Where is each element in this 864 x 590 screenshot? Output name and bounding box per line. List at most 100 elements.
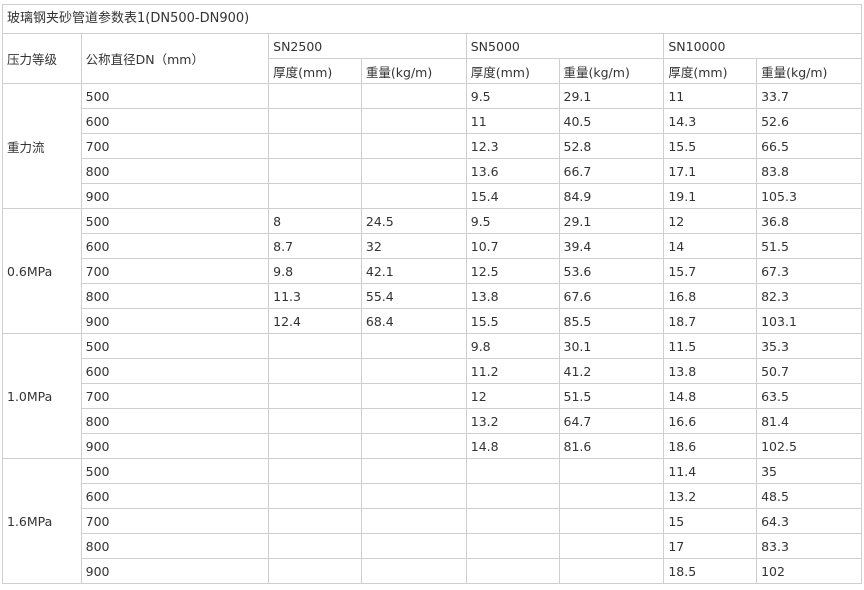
sn5000-weight-cell: 30.1 — [558, 333, 665, 359]
sn2500-thickness-cell — [268, 108, 362, 134]
sn10000-thickness-cell: 15.5 — [663, 133, 758, 159]
sn10000-weight-cell: 82.3 — [756, 283, 862, 309]
sn10000-thickness-cell: 15 — [663, 508, 758, 534]
sn2500-weight-cell — [360, 183, 467, 209]
sn5000-weight-cell: 29.1 — [558, 208, 665, 234]
header-thickness: 厚度(mm) — [663, 58, 758, 84]
dn-cell: 800 — [80, 283, 270, 309]
dn-cell: 900 — [80, 183, 270, 209]
header-weight: 重量(kg/m) — [558, 58, 665, 84]
sn5000-weight-cell: 85.5 — [558, 308, 665, 334]
table-row: 600 13.2 48.5 — [3, 483, 862, 509]
sn5000-weight-cell — [558, 458, 665, 484]
sn5000-thickness-cell — [465, 558, 560, 584]
sn5000-weight-cell: 64.7 — [558, 408, 665, 434]
sn10000-thickness-cell: 14.3 — [663, 108, 758, 134]
header-grade: 压力等级 — [2, 33, 82, 84]
sn10000-weight-cell: 63.5 — [756, 383, 862, 409]
sn10000-weight-cell: 83.3 — [756, 533, 862, 559]
table-row: 900 18.5 102 — [3, 558, 862, 584]
sn10000-thickness-cell: 14 — [663, 233, 758, 259]
sn10000-thickness-cell: 18.6 — [663, 433, 758, 459]
table-body: 重力流 500 9.5 29.1 11 33.7 600 11 40.5 14.3 52.6 700 1… — [2, 83, 862, 584]
sn5000-weight-cell — [558, 558, 665, 584]
sn2500-thickness-cell: 12.4 — [268, 308, 362, 334]
table-row: 0.6MPa 500 8 24.5 9.5 29.1 12 36.8 — [2, 208, 862, 334]
table-row: 600 8.7 32 10.7 39.4 14 51.5 — [3, 233, 862, 259]
sn2500-weight-cell — [360, 408, 467, 434]
sn2500-weight-cell — [360, 158, 467, 184]
sn5000-thickness-cell: 12.3 — [465, 133, 560, 159]
sn2500-thickness-cell — [268, 183, 362, 209]
table-row: 800 13.2 64.7 16.6 81.4 — [3, 408, 862, 434]
sn2500-weight-cell: 42.1 — [360, 258, 467, 284]
sn2500-thickness-cell — [268, 408, 362, 434]
sn10000-thickness-cell: 15.7 — [663, 258, 758, 284]
pressure-grade-cell: 1.0MPa — [2, 333, 82, 459]
sn2500-thickness-cell: 9.8 — [268, 258, 362, 284]
sn5000-thickness-cell: 13.2 — [465, 408, 560, 434]
sn5000-thickness-cell: 10.7 — [465, 233, 560, 259]
table-row: 1.0MPa 500 9.8 30.1 11.5 35.3 — [2, 333, 862, 459]
table-row: 900 14.8 81.6 18.6 102.5 — [3, 433, 862, 459]
dn-cell: 900 — [80, 308, 270, 334]
sn10000-weight-cell: 50.7 — [756, 358, 862, 384]
sn5000-thickness-cell: 11 — [465, 108, 560, 134]
sn10000-thickness-cell: 13.8 — [663, 358, 758, 384]
sn10000-thickness-cell: 14.8 — [663, 383, 758, 409]
sn5000-weight-cell — [558, 533, 665, 559]
pressure-grade-cell: 1.6MPa — [2, 458, 82, 584]
header-weight: 重量(kg/m) — [360, 58, 467, 84]
sn5000-thickness-cell — [465, 458, 560, 484]
sn2500-weight-cell — [360, 433, 467, 459]
sn10000-weight-cell: 81.4 — [756, 408, 862, 434]
dn-cell: 500 — [80, 208, 270, 234]
sn5000-weight-cell: 39.4 — [558, 233, 665, 259]
sn10000-weight-cell: 102 — [756, 558, 862, 584]
sn5000-weight-cell: 81.6 — [558, 433, 665, 459]
sn2500-thickness-cell — [268, 83, 362, 109]
sn10000-weight-cell: 48.5 — [756, 483, 862, 509]
sn2500-thickness-cell: 8 — [268, 208, 362, 234]
sn2500-weight-cell — [360, 558, 467, 584]
sn2500-thickness-cell — [268, 483, 362, 509]
sn5000-thickness-cell — [465, 483, 560, 509]
dn-cell: 900 — [80, 433, 270, 459]
sn2500-weight-cell: 55.4 — [360, 283, 467, 309]
sn2500-weight-cell — [360, 458, 467, 484]
sn5000-thickness-cell: 15.5 — [465, 308, 560, 334]
sn10000-thickness-cell: 18.7 — [663, 308, 758, 334]
sn5000-thickness-cell: 9.5 — [465, 208, 560, 234]
dn-cell: 800 — [80, 408, 270, 434]
sn2500-weight-cell — [360, 508, 467, 534]
sn2500-weight-cell — [360, 483, 467, 509]
sn5000-weight-cell: 51.5 — [558, 383, 665, 409]
table-row: 800 17 83.3 — [3, 533, 862, 559]
table-row: 重力流 500 9.5 29.1 11 33.7 — [2, 83, 862, 209]
header-sn10000: SN10000 — [663, 33, 862, 59]
sn2500-thickness-cell — [268, 433, 362, 459]
sn2500-thickness-cell: 11.3 — [268, 283, 362, 309]
sn5000-thickness-cell: 12.5 — [465, 258, 560, 284]
dn-cell: 600 — [80, 483, 270, 509]
sn2500-weight-cell — [360, 358, 467, 384]
dn-cell: 500 — [80, 333, 270, 359]
sn2500-thickness-cell — [268, 558, 362, 584]
sn5000-weight-cell: 40.5 — [558, 108, 665, 134]
sn10000-weight-cell: 67.3 — [756, 258, 862, 284]
header-row-1: 压力等级 公称直径DN（mm） SN2500 SN5000 SN10000 — [2, 33, 862, 84]
sn5000-weight-cell: 67.6 — [558, 283, 665, 309]
dn-cell: 600 — [80, 233, 270, 259]
sn10000-weight-cell: 103.1 — [756, 308, 862, 334]
sn10000-weight-cell: 83.8 — [756, 158, 862, 184]
sn5000-weight-cell: 52.8 — [558, 133, 665, 159]
sn5000-thickness-cell: 15.4 — [465, 183, 560, 209]
dn-cell: 700 — [80, 508, 270, 534]
sn5000-weight-cell: 84.9 — [558, 183, 665, 209]
sn10000-thickness-cell: 16.8 — [663, 283, 758, 309]
sn5000-thickness-cell: 9.8 — [465, 333, 560, 359]
table-row: 700 15 64.3 — [3, 508, 862, 534]
sn5000-thickness-cell: 14.8 — [465, 433, 560, 459]
sn10000-thickness-cell: 11 — [663, 83, 758, 109]
table-row: 600 11 40.5 14.3 52.6 — [3, 108, 862, 134]
